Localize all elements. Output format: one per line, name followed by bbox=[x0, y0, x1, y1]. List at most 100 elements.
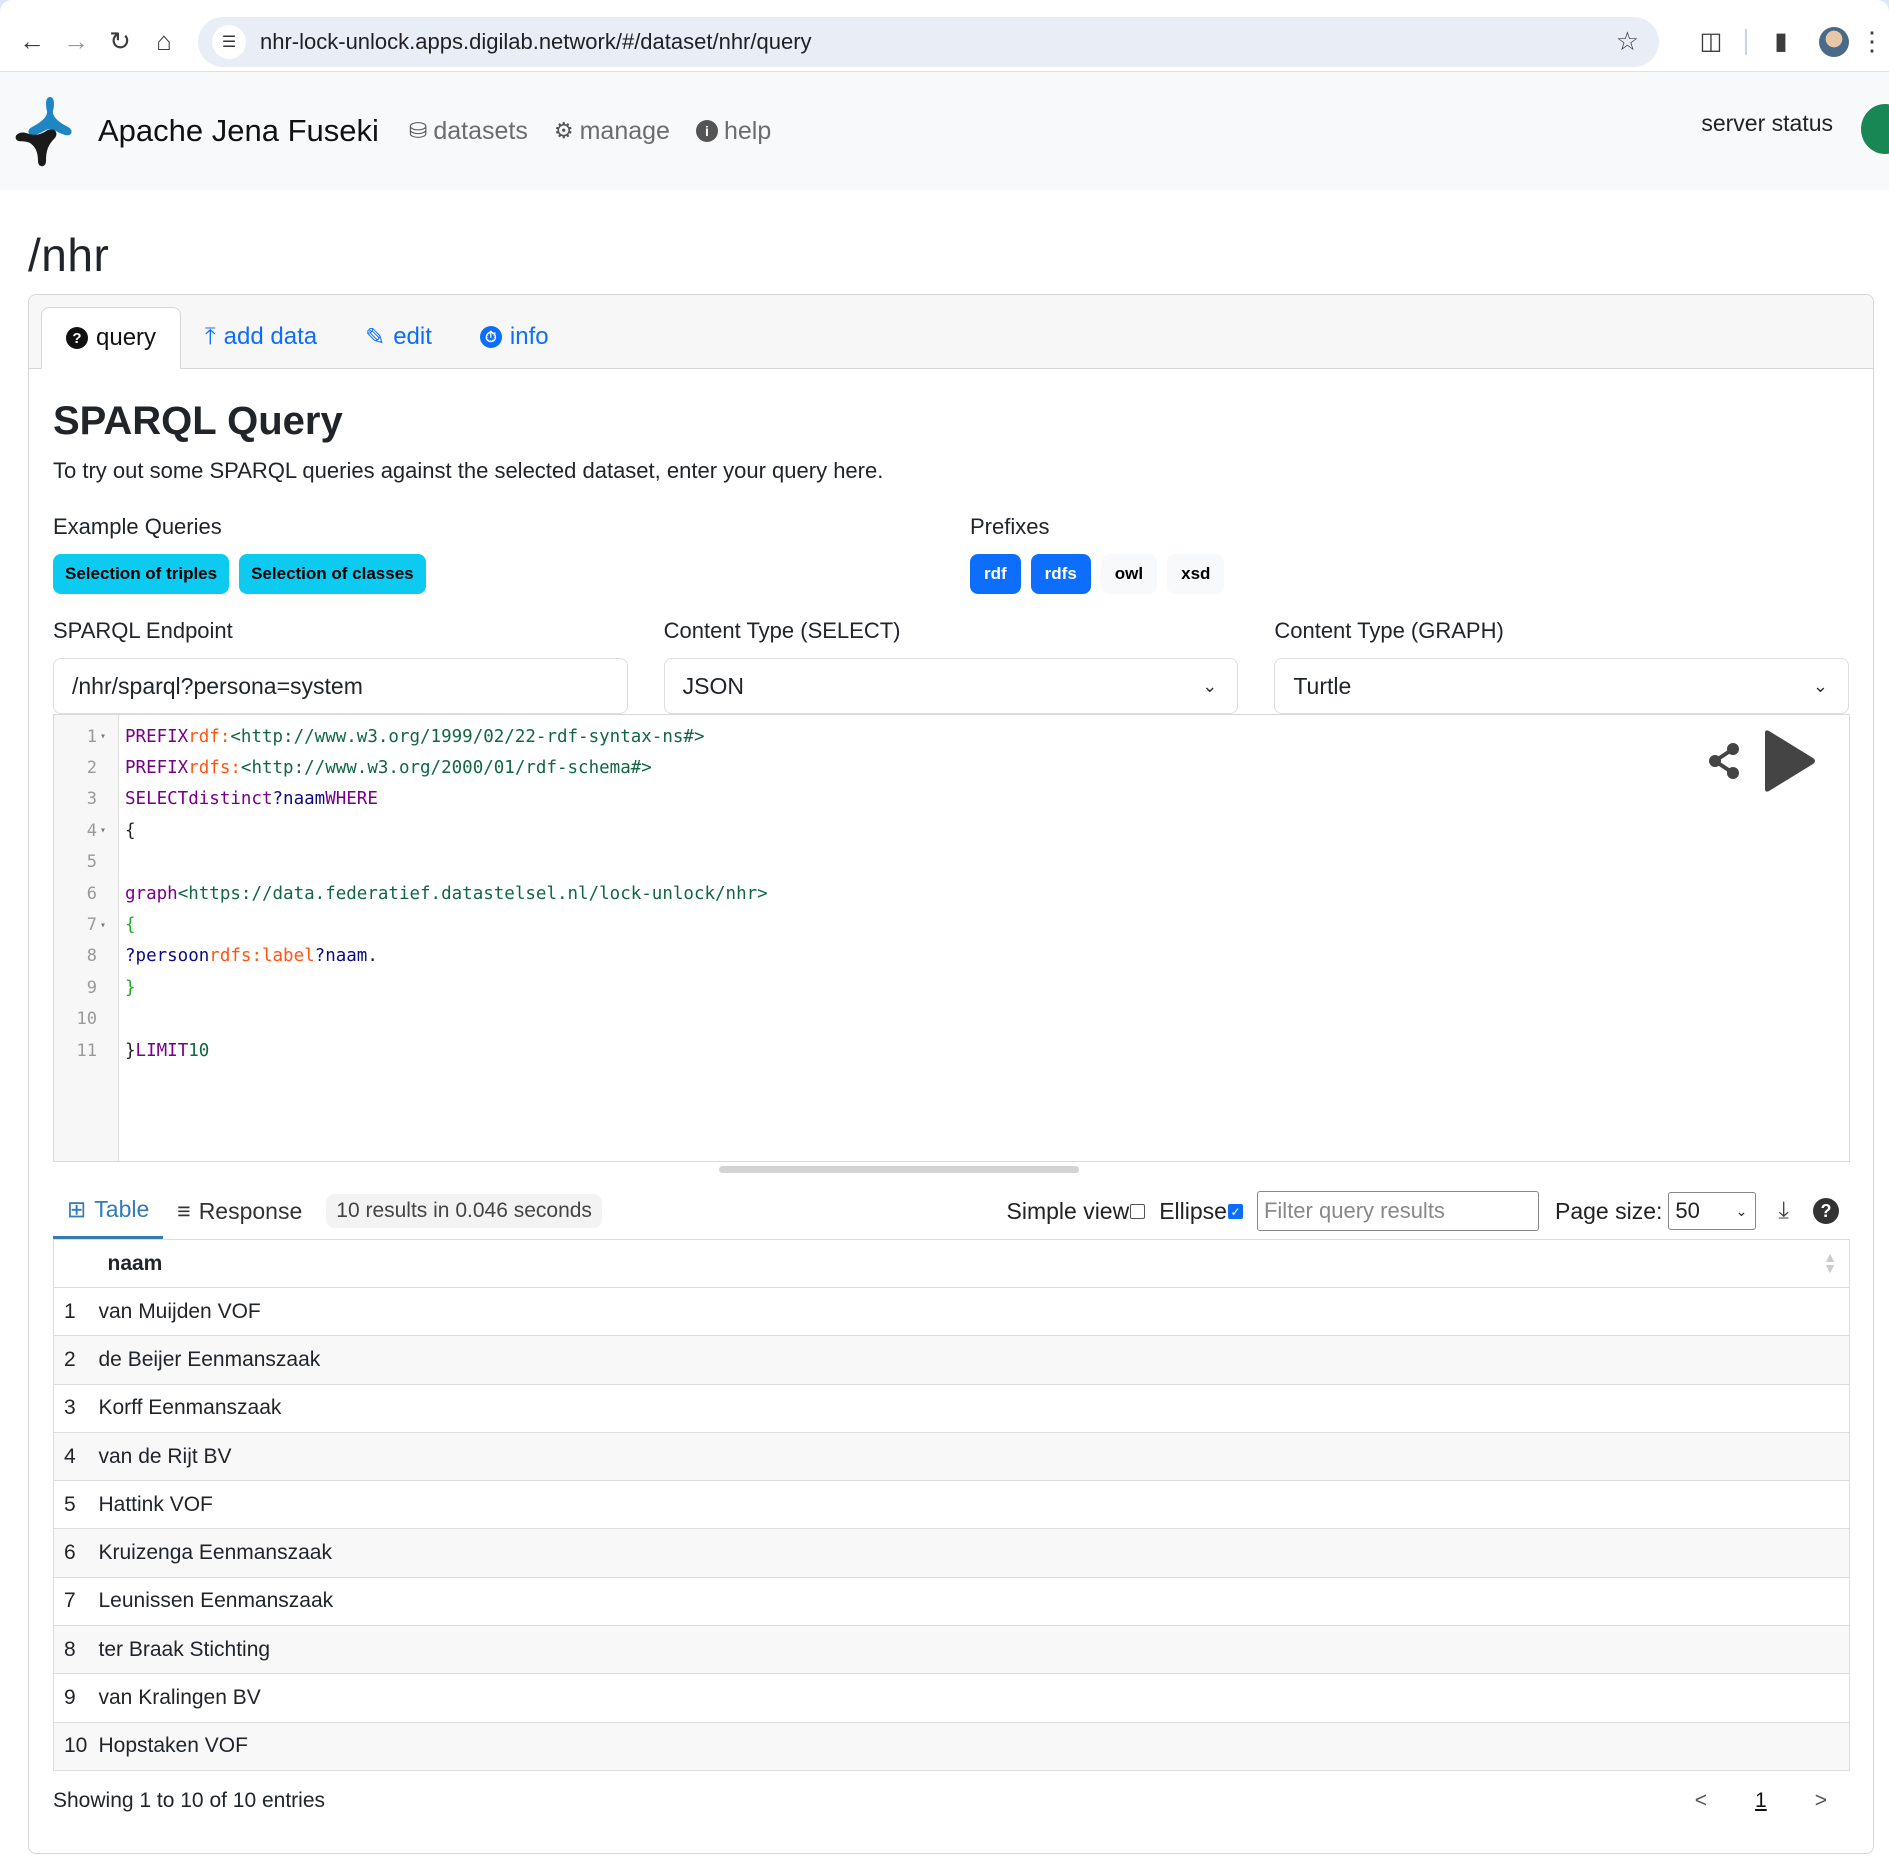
table-row[interactable]: 6 Kruizenga Eenmanszaak bbox=[53, 1528, 1850, 1578]
page-size-select[interactable]: 50 ⌄ bbox=[1668, 1192, 1757, 1230]
share-icon[interactable] bbox=[1705, 741, 1745, 781]
prefix-xsd-button[interactable]: xsd bbox=[1167, 554, 1225, 594]
code-line: } LIMIT 10 bbox=[125, 1040, 210, 1061]
table-icon: ⊞ bbox=[67, 1196, 87, 1222]
url-text[interactable]: nhr-lock-unlock.apps.digilab.network/#/d… bbox=[260, 29, 1616, 55]
address-bar[interactable]: ☰ nhr-lock-unlock.apps.digilab.network/#… bbox=[198, 16, 1659, 67]
profile-avatar[interactable] bbox=[1819, 26, 1849, 57]
fold-arrow-icon[interactable]: ▾ bbox=[100, 825, 108, 836]
code-line: ?persoon rdfs:label ?naam. bbox=[125, 946, 378, 967]
prefix-rdfs-button[interactable]: rdfs bbox=[1030, 554, 1091, 594]
tab-edit-label: edit bbox=[393, 323, 432, 350]
example-selection-of-triples-button[interactable]: Selection of triples bbox=[53, 554, 230, 594]
simple-view-label: Simple view bbox=[1006, 1197, 1130, 1224]
content-type-graph-dropdown[interactable]: Turtle ⌄ bbox=[1274, 658, 1850, 714]
editor-resize-handle[interactable] bbox=[719, 1166, 1079, 1173]
line-number: 7 ▾ bbox=[86, 915, 108, 936]
page-size-label: Page size: bbox=[1554, 1197, 1663, 1224]
line-number: 3 bbox=[86, 789, 97, 810]
line-number: 1 ▾ bbox=[86, 726, 108, 747]
cell-naam: de Beijer Eenmanszaak bbox=[97, 1335, 1850, 1385]
tab-add-data-label: add data bbox=[223, 323, 318, 350]
fuseki-logo-icon[interactable] bbox=[10, 91, 90, 171]
tab-info-label: info bbox=[509, 323, 549, 350]
prefix-owl-button[interactable]: owl bbox=[1100, 554, 1158, 594]
content-type-select-value: JSON bbox=[682, 672, 745, 699]
results-tab-response[interactable]: ≡ Response bbox=[163, 1183, 316, 1239]
site-settings-icon[interactable]: ☰ bbox=[212, 24, 246, 59]
database-icon: ⛁ bbox=[408, 118, 428, 143]
side-panel-icon[interactable]: ▮ bbox=[1759, 20, 1803, 64]
dataset-tabs: ? query ⤒ add data ✎ edit ⏱ info bbox=[29, 295, 1873, 369]
code-line: SELECT distinct ?naam WHERE bbox=[125, 789, 378, 810]
endpoint-label: SPARQL Endpoint bbox=[53, 618, 233, 643]
endpoint-value: /nhr/sparql?persona=system bbox=[72, 672, 363, 699]
run-query-icon[interactable] bbox=[1761, 729, 1817, 793]
editor-gutter: 1 ▾ 2 3 4 ▾ 5 6 7 ▾ 8 9 10 11 bbox=[54, 715, 119, 1161]
sort-icon[interactable]: ▲ ▼ bbox=[1823, 1250, 1837, 1275]
chevron-down-icon: ⌄ bbox=[1202, 675, 1218, 696]
pager-next-button[interactable]: > bbox=[1815, 1789, 1827, 1813]
cell-naam: Korff Eenmanszaak bbox=[97, 1384, 1850, 1433]
nav-help[interactable]: i help bbox=[695, 116, 772, 146]
nav-datasets[interactable]: ⛁ datasets bbox=[409, 117, 528, 146]
editor-code[interactable]: PREFIX rdf: <http://www.w3.org/1999/02/2… bbox=[119, 715, 768, 1161]
column-header-naam[interactable]: naam ▲ ▼ bbox=[97, 1239, 1850, 1288]
table-row[interactable]: 10 Hopstaken VOF bbox=[53, 1722, 1850, 1771]
endpoint-input[interactable]: /nhr/sparql?persona=system bbox=[53, 658, 628, 714]
tab-info[interactable]: ⏱ info bbox=[456, 306, 573, 368]
fold-arrow-icon[interactable]: ▾ bbox=[100, 731, 108, 742]
query-editor[interactable]: 1 ▾ 2 3 4 ▾ 5 6 7 ▾ 8 9 10 11 PREFIX rdf: <… bbox=[53, 714, 1850, 1162]
row-index: 1 bbox=[53, 1287, 98, 1337]
nav-help-label: help bbox=[723, 116, 772, 145]
table-row[interactable]: 5 Hattink VOF bbox=[53, 1480, 1850, 1530]
browser-tab-strip bbox=[0, 0, 1889, 12]
forward-icon[interactable]: → bbox=[54, 20, 98, 64]
results-tab-table[interactable]: ⊞ Table bbox=[53, 1183, 164, 1239]
filter-results-input[interactable]: Filter query results bbox=[1256, 1191, 1539, 1231]
table-row[interactable]: 1 van Muijden VOF bbox=[53, 1287, 1850, 1337]
cell-naam: Hattink VOF bbox=[97, 1480, 1850, 1530]
fold-arrow-icon[interactable]: ▾ bbox=[100, 920, 108, 931]
filter-placeholder: Filter query results bbox=[1263, 1198, 1445, 1223]
code-line: { bbox=[125, 915, 136, 936]
simple-view-checkbox[interactable] bbox=[1130, 1203, 1146, 1219]
query-panel: SPARQL Query To try out some SPARQL quer… bbox=[29, 369, 1873, 1835]
tab-query[interactable]: ? query bbox=[41, 307, 182, 369]
ellipse-checkbox[interactable]: ✓ bbox=[1227, 1203, 1243, 1219]
table-row[interactable]: 8 ter Braak Stichting bbox=[53, 1625, 1850, 1675]
row-index: 10 bbox=[53, 1722, 98, 1771]
extensions-icon[interactable]: ◫ bbox=[1689, 20, 1733, 64]
pager-page-1[interactable]: 1 bbox=[1755, 1789, 1767, 1813]
app-brand[interactable]: Apache Jena Fuseki bbox=[98, 113, 379, 149]
example-selection-of-classes-button[interactable]: Selection of classes bbox=[239, 554, 426, 594]
cell-naam: Kruizenga Eenmanszaak bbox=[97, 1528, 1850, 1578]
question-circle-icon: ? bbox=[66, 327, 88, 349]
back-icon[interactable]: ← bbox=[10, 20, 54, 64]
nav-manage[interactable]: ⚙ manage bbox=[554, 117, 670, 146]
tab-add-data[interactable]: ⤒ add data bbox=[181, 306, 341, 368]
more-menu-icon[interactable]: ⋮ bbox=[1859, 26, 1885, 57]
results-toolbar: ⊞ Table ≡ Response 10 results in 0.046 s… bbox=[53, 1183, 1849, 1239]
prefixes-label: Prefixes bbox=[970, 514, 1050, 539]
bookmark-star-icon[interactable]: ☆ bbox=[1616, 26, 1639, 57]
table-row[interactable]: 3 Korff Eenmanszaak bbox=[53, 1384, 1850, 1433]
prefix-rdf-button[interactable]: rdf bbox=[970, 554, 1021, 594]
table-row[interactable]: 2 de Beijer Eenmanszaak bbox=[53, 1335, 1850, 1385]
help-icon[interactable]: ? bbox=[1813, 1198, 1839, 1224]
tab-edit[interactable]: ✎ edit bbox=[341, 306, 456, 368]
home-icon[interactable]: ⌂ bbox=[142, 20, 186, 64]
pager-prev-button[interactable]: < bbox=[1695, 1789, 1707, 1813]
code-line: { bbox=[125, 820, 136, 841]
content-type-select-dropdown[interactable]: JSON ⌄ bbox=[663, 658, 1239, 714]
download-icon[interactable]: ⤓ bbox=[1778, 1197, 1789, 1225]
reload-icon[interactable]: ↻ bbox=[98, 20, 142, 64]
table-row[interactable]: 4 van de Rijt BV bbox=[53, 1432, 1850, 1482]
line-number: 10 bbox=[76, 1009, 97, 1030]
table-row[interactable]: 9 van Kralingen BV bbox=[53, 1673, 1850, 1723]
browser-toolbar: ← → ↻ ⌂ ☰ nhr-lock-unlock.apps.digilab.n… bbox=[0, 12, 1889, 72]
content-type-graph-label: Content Type (GRAPH) bbox=[1274, 618, 1504, 643]
table-row[interactable]: 7 Leunissen Eenmanszaak bbox=[53, 1577, 1850, 1627]
section-title: SPARQL Query bbox=[53, 399, 343, 443]
